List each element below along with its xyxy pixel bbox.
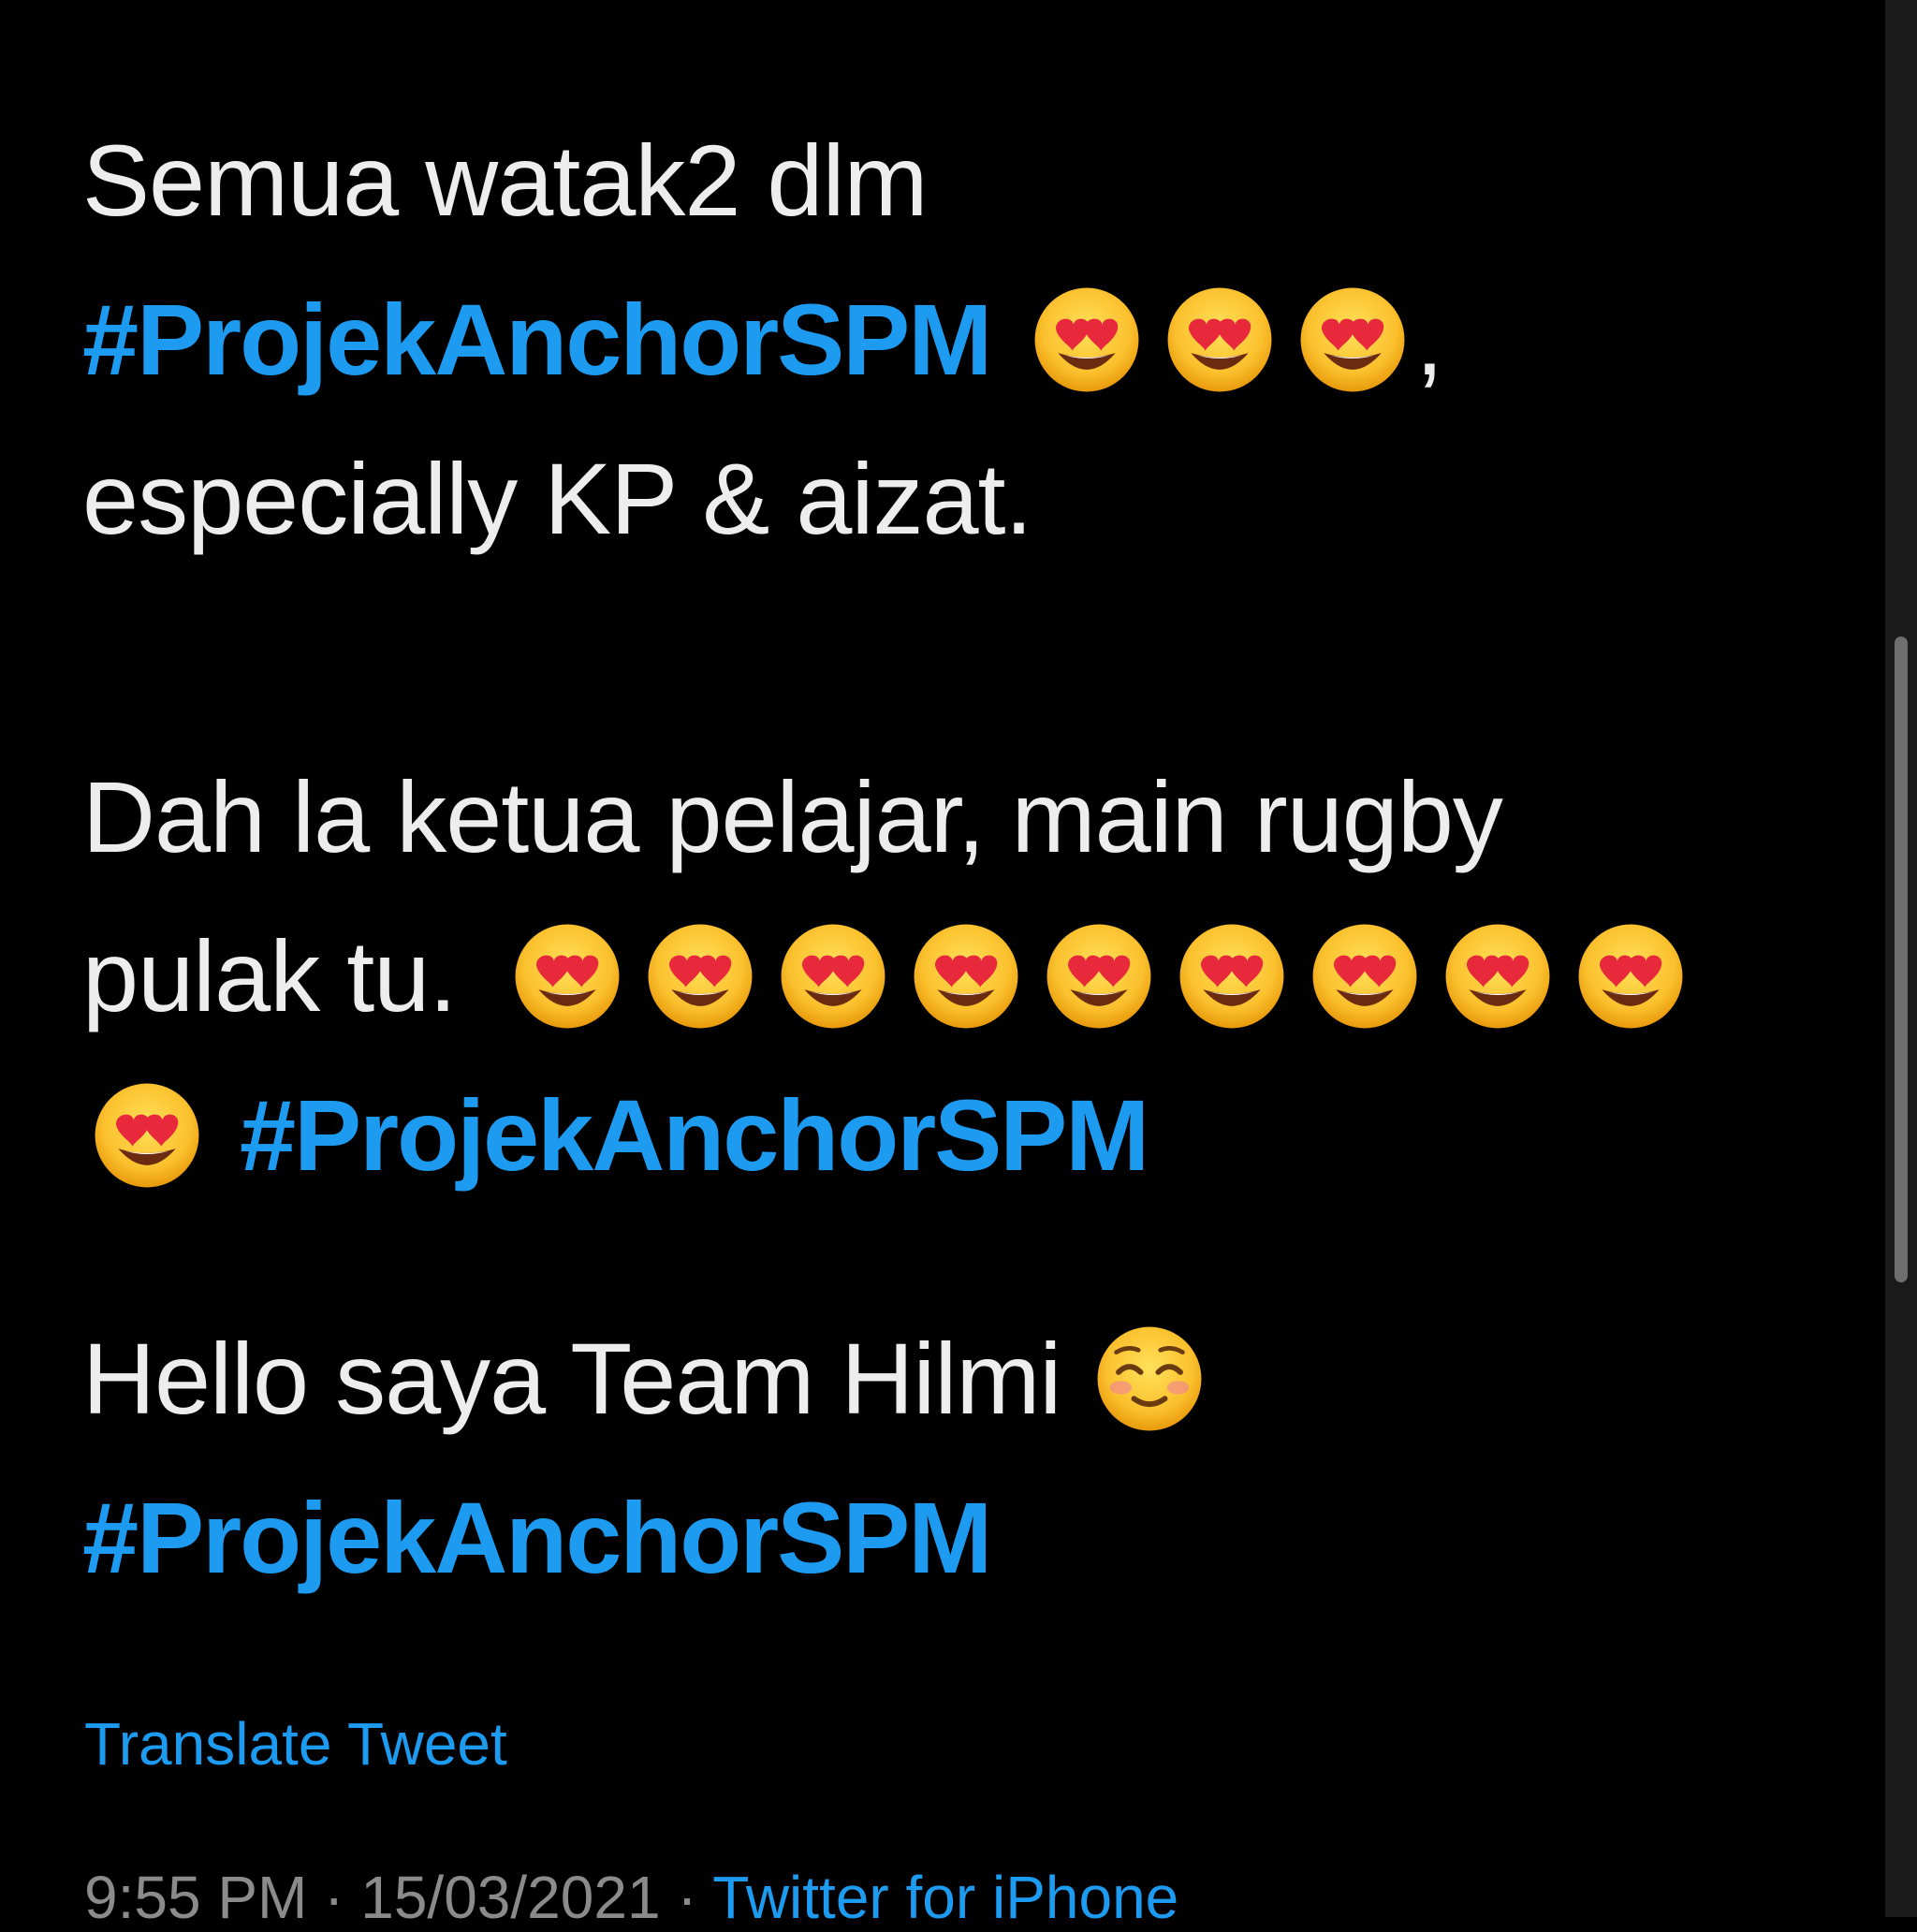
heart-eyes-emoji	[1164, 285, 1275, 395]
tweet-text-segment: pulak tu.	[82, 919, 457, 1032]
tweet-line: Hello saya Team Hilmi	[82, 1299, 1805, 1458]
heart-eyes-emoji	[1044, 921, 1154, 1032]
tweet-text-segment: Semua watak2 dlm	[82, 124, 928, 237]
scrollbar-thumb[interactable]	[1895, 637, 1908, 1282]
smiling-face-emoji	[1094, 1324, 1205, 1434]
tweet-text-segment: ,	[1415, 283, 1443, 396]
tweet-meta: 9:55 PM · 15/03/2021 · Twitter for iPhon…	[84, 1863, 1178, 1932]
heart-eyes-emoji	[1177, 921, 1287, 1032]
heart-eyes-emoji	[1032, 285, 1142, 395]
meta-separator: ·	[660, 1864, 713, 1931]
tweet-line: Dah la ketua pelajar, main rugby	[82, 738, 1805, 897]
heart-eyes-emoji	[512, 921, 622, 1032]
tweet-text-segment: especially KP & aizat.	[82, 442, 1033, 555]
hashtag-link[interactable]: #ProjekAnchorSPM	[82, 1458, 992, 1617]
tweet-source-link[interactable]: Twitter for iPhone	[712, 1864, 1178, 1931]
tweet-text: Semua watak2 dlm #ProjekAnchorSPM , espe…	[82, 101, 1805, 1617]
tweet-text-segment: Dah la ketua pelajar, main rugby	[82, 760, 1503, 873]
heart-eyes-emoji	[778, 921, 888, 1032]
scrollbar-track[interactable]	[1885, 0, 1917, 1917]
tweet-line: pulak tu.	[82, 897, 1805, 1056]
heart-eyes-emoji	[92, 1080, 202, 1191]
hashtag-link[interactable]: #ProjekAnchorSPM	[82, 260, 992, 419]
heart-eyes-emoji	[1442, 921, 1553, 1032]
meta-separator: ·	[307, 1864, 361, 1931]
heart-eyes-emoji	[645, 921, 755, 1032]
tweet-time: 9:55 PM	[84, 1864, 308, 1931]
tweet-date: 15/03/2021	[360, 1864, 661, 1931]
translate-tweet-link[interactable]: Translate Tweet	[84, 1709, 507, 1778]
tweet-text-segment: Hello saya Team Hilmi	[82, 1322, 1061, 1435]
tweet-line: #ProjekAnchorSPM ,	[82, 260, 1805, 419]
heart-eyes-emoji	[1310, 921, 1420, 1032]
hashtag-link[interactable]: #ProjekAnchorSPM	[240, 1056, 1149, 1215]
tweet-line: #ProjekAnchorSPM	[82, 1056, 1805, 1215]
tweet-line: Semua watak2 dlm	[82, 101, 1805, 260]
heart-eyes-emoji	[1575, 921, 1686, 1032]
heart-eyes-emoji	[911, 921, 1021, 1032]
tweet-line: #ProjekAnchorSPM	[82, 1458, 1805, 1617]
tweet-line: especially KP & aizat.	[82, 419, 1805, 578]
heart-eyes-emoji	[1297, 285, 1408, 395]
